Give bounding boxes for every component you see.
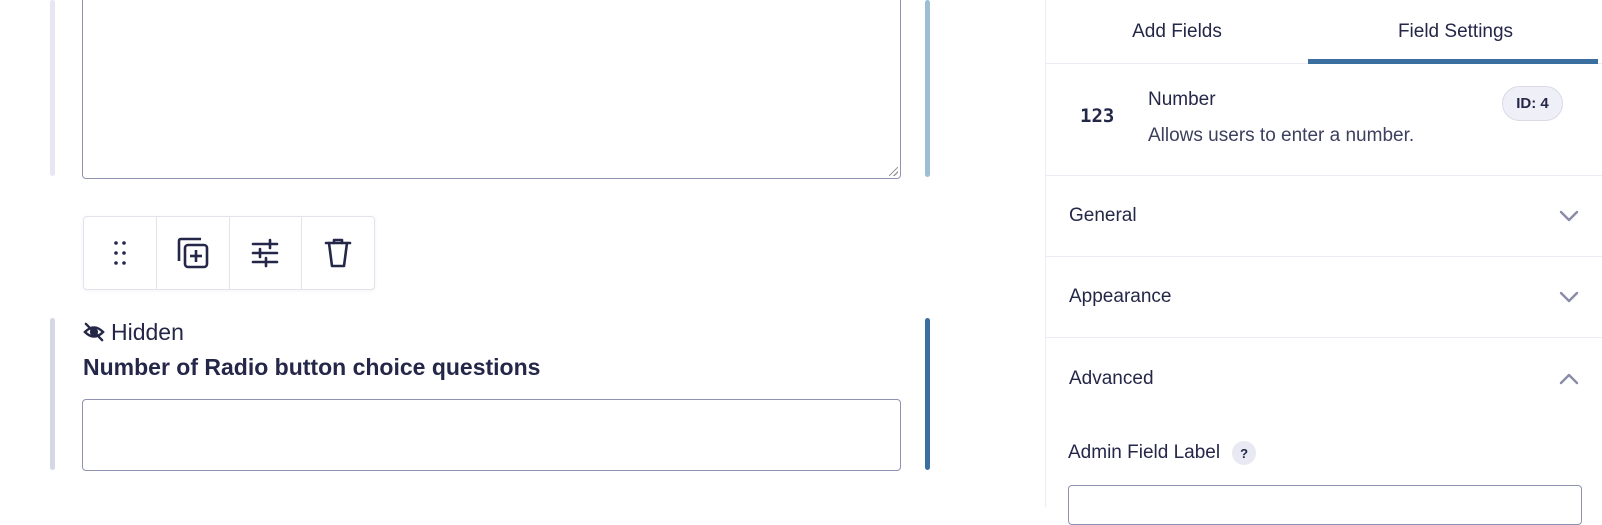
field-id-badge: ID: 4 [1502, 86, 1563, 121]
paragraph-textarea[interactable] [82, 0, 901, 179]
active-tab-indicator [1308, 59, 1598, 64]
drag-field-button[interactable] [84, 217, 157, 289]
field-selection-rail-left [50, 0, 55, 176]
section-label: General [1069, 205, 1137, 226]
duplicate-field-button[interactable] [157, 217, 230, 289]
tab-add-fields[interactable]: Add Fields [1046, 0, 1308, 64]
number-input[interactable] [82, 399, 901, 471]
drag-handle-icon [114, 241, 126, 265]
field-selection-rail-left [50, 318, 55, 470]
sidebar-tabs: Add Fields Field Settings [1046, 0, 1602, 64]
help-icon[interactable]: ? [1232, 441, 1257, 465]
admin-field-label: Admin Field Label [1068, 442, 1221, 463]
field-type-description: Allows users to enter a number. [1148, 125, 1415, 146]
field-settings-button[interactable] [230, 217, 303, 289]
field-label: Number of Radio button choice questions [83, 354, 541, 380]
hidden-visibility-flag: Hidden [83, 319, 184, 345]
field-action-toolbar [83, 216, 375, 290]
admin-field-label-row: Admin Field Label ? [1068, 440, 1257, 466]
section-appearance[interactable]: Appearance [1046, 257, 1602, 338]
chevron-down-icon [1559, 210, 1579, 222]
eye-slash-icon [83, 322, 105, 342]
section-label: Advanced [1069, 367, 1154, 389]
section-general[interactable]: General [1046, 176, 1602, 257]
chevron-up-icon [1559, 373, 1579, 384]
trash-icon [324, 238, 352, 268]
admin-field-label-input[interactable] [1068, 485, 1582, 525]
field-type-name: Number [1148, 89, 1216, 110]
hidden-label: Hidden [111, 318, 184, 345]
duplicate-icon [177, 237, 208, 269]
field-settings-sidebar: Add Fields Field Settings 123 Number All… [1045, 0, 1602, 525]
field-selection-rail-right [925, 0, 930, 177]
settings-sliders-icon [252, 238, 279, 268]
chevron-down-icon [1559, 291, 1579, 303]
section-label: Appearance [1069, 286, 1172, 307]
resize-handle-icon[interactable] [889, 167, 898, 176]
delete-field-button[interactable] [302, 217, 374, 289]
number-field-icon: 123 [1080, 105, 1115, 127]
form-editor-canvas: Hidden Number of Radio button choice que… [0, 0, 1045, 507]
section-advanced[interactable]: Advanced [1046, 338, 1602, 419]
field-selection-rail-right-active [925, 318, 930, 470]
tab-field-settings[interactable]: Field Settings [1308, 0, 1602, 64]
field-type-summary: 123 Number Allows users to enter a numbe… [1046, 65, 1602, 176]
